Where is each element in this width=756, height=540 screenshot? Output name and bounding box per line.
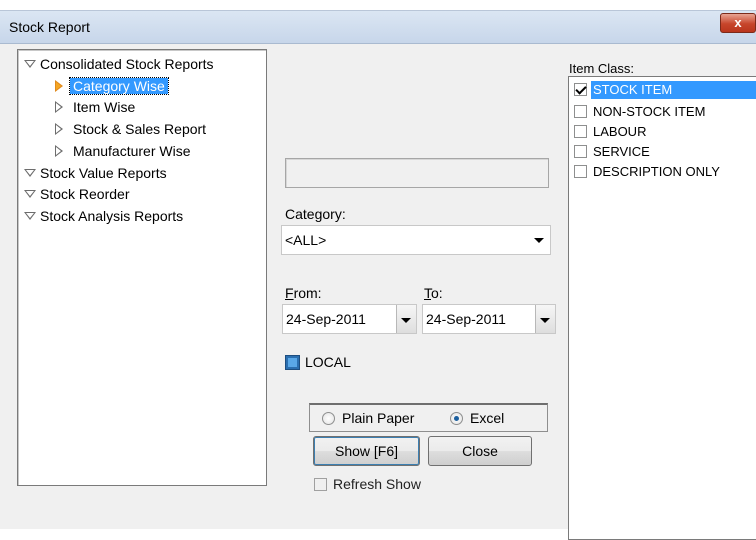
report-tree[interactable]: Consolidated Stock Reports Category Wise… xyxy=(17,49,267,486)
title-bar[interactable]: Stock Report x xyxy=(0,11,756,44)
tree-item-label: Category Wise xyxy=(69,77,169,95)
tree-item-label: Stock Value Reports xyxy=(40,165,167,181)
tree-item-stock-analysis-reports[interactable]: Stock Analysis Reports xyxy=(24,206,184,226)
local-checkbox[interactable] xyxy=(285,355,300,370)
show-button[interactable]: Show [F6] xyxy=(313,436,420,466)
refresh-show-checkbox[interactable] xyxy=(314,478,327,491)
list-item-label: LABOUR xyxy=(593,124,647,139)
non-stock-item-checkbox[interactable] xyxy=(574,105,587,118)
description-only-checkbox[interactable] xyxy=(574,165,587,178)
tree-item-label: Stock Analysis Reports xyxy=(40,208,184,224)
report-name-field[interactable] xyxy=(285,158,549,188)
to-date-value: 24-Sep-2011 xyxy=(426,311,506,327)
close-button[interactable]: Close xyxy=(428,436,532,466)
labour-checkbox[interactable] xyxy=(574,125,587,138)
item-class-label: Item Class: xyxy=(569,61,635,76)
list-item-label: STOCK ITEM xyxy=(591,81,756,99)
tree-item-item-wise[interactable]: Item Wise xyxy=(55,97,136,117)
tree-item-stock-value-reports[interactable]: Stock Value Reports xyxy=(24,163,167,183)
close-x-icon: x xyxy=(734,15,742,30)
tree-item-label: Stock & Sales Report xyxy=(73,121,207,137)
to-label: To: xyxy=(424,285,443,301)
expanded-arrow-icon[interactable] xyxy=(24,212,36,220)
expanded-arrow-icon[interactable] xyxy=(24,60,36,68)
from-date-picker[interactable]: 24-Sep-2011 xyxy=(282,304,417,334)
refresh-show-label[interactable]: Refresh Show xyxy=(333,476,421,492)
list-item-label: DESCRIPTION ONLY xyxy=(593,164,720,179)
output-option-group: Plain Paper Excel xyxy=(309,403,548,432)
category-select[interactable]: <ALL> xyxy=(281,225,551,255)
expanded-arrow-icon[interactable] xyxy=(24,190,36,198)
tree-item-label: Consolidated Stock Reports xyxy=(40,56,214,72)
tree-item-consolidated-stock-reports[interactable]: Consolidated Stock Reports xyxy=(24,54,214,74)
stock-item-checkbox[interactable] xyxy=(574,83,587,96)
collapsed-arrow-icon xyxy=(55,101,63,113)
chevron-down-icon[interactable] xyxy=(534,238,544,243)
stock-report-window: Stock Report x Consolidated Stock Report… xyxy=(0,10,756,540)
category-value: <ALL> xyxy=(285,232,327,248)
close-window-button[interactable]: x xyxy=(720,13,756,33)
from-date-value: 24-Sep-2011 xyxy=(286,311,366,327)
item-class-list[interactable]: STOCK ITEM NON-STOCK ITEM LABOUR SERVICE… xyxy=(568,76,756,540)
list-item-label: NON-STOCK ITEM xyxy=(593,104,706,119)
list-item-label: SERVICE xyxy=(593,144,650,159)
tree-item-category-wise[interactable]: Category Wise xyxy=(55,76,169,96)
category-label: Category: xyxy=(285,206,346,222)
tree-item-stock-sales-report[interactable]: Stock & Sales Report xyxy=(55,119,207,139)
tree-item-label: Item Wise xyxy=(73,99,136,115)
to-date-dropdown-button[interactable] xyxy=(535,305,555,333)
excel-label[interactable]: Excel xyxy=(470,410,504,426)
collapsed-arrow-icon xyxy=(55,123,63,135)
expanded-arrow-icon[interactable] xyxy=(24,169,36,177)
chevron-down-icon xyxy=(401,318,411,323)
chevron-down-icon xyxy=(540,318,550,323)
tree-item-label: Stock Reorder xyxy=(40,186,130,202)
to-date-picker[interactable]: 24-Sep-2011 xyxy=(422,304,556,334)
window-title: Stock Report xyxy=(9,19,90,35)
local-label[interactable]: LOCAL xyxy=(305,354,351,370)
plain-paper-radio[interactable] xyxy=(322,412,335,425)
excel-radio[interactable] xyxy=(450,412,463,425)
list-item-stock-item[interactable]: STOCK ITEM xyxy=(571,81,756,99)
tree-item-stock-reorder[interactable]: Stock Reorder xyxy=(24,184,130,204)
service-checkbox[interactable] xyxy=(574,145,587,158)
tree-item-label: Manufacturer Wise xyxy=(73,143,191,159)
tree-item-manufacturer-wise[interactable]: Manufacturer Wise xyxy=(55,141,191,161)
selected-arrow-icon xyxy=(55,80,63,92)
from-label: From: xyxy=(285,285,322,301)
collapsed-arrow-icon xyxy=(55,145,63,157)
from-date-dropdown-button[interactable] xyxy=(396,305,416,333)
plain-paper-label[interactable]: Plain Paper xyxy=(342,410,414,426)
